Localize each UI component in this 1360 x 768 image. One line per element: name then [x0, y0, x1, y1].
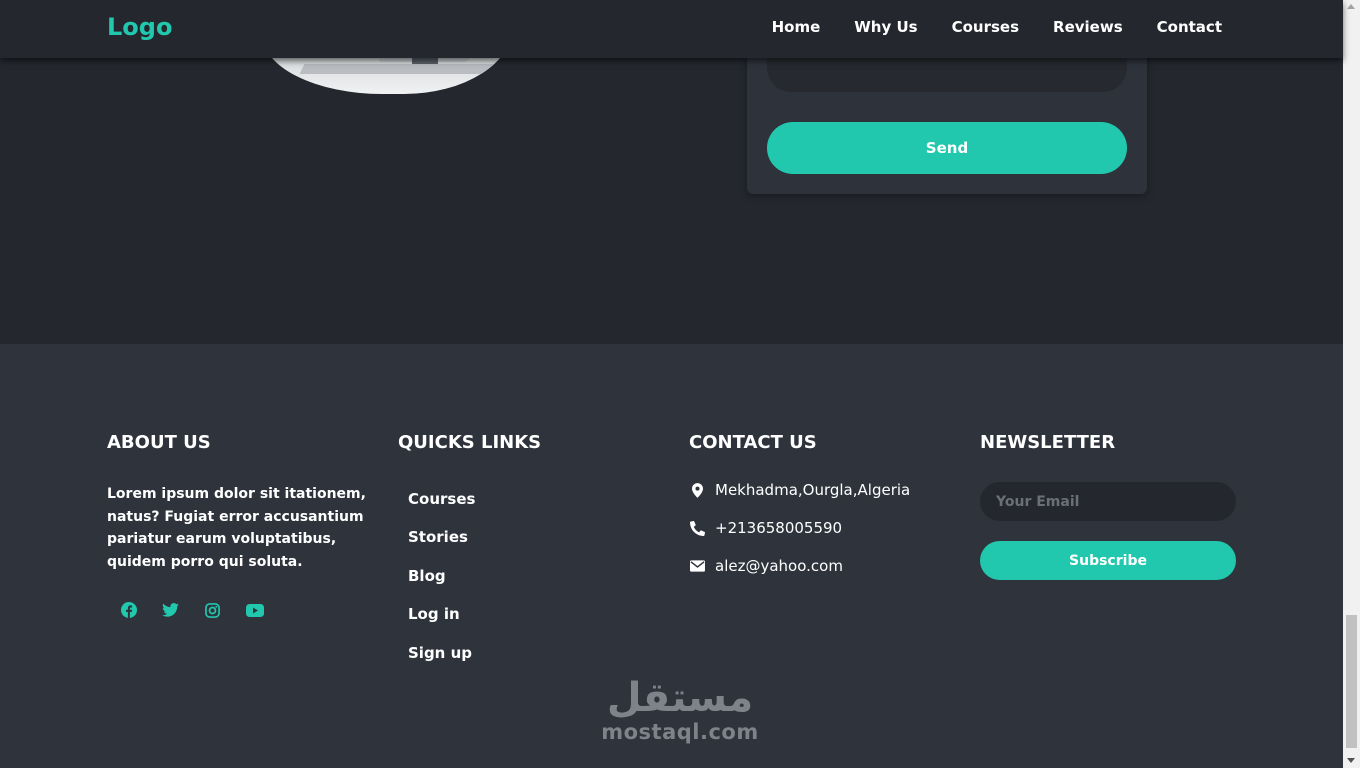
desk-shape	[299, 64, 495, 74]
scroll-up-arrow-icon[interactable]	[1347, 4, 1355, 9]
quick-link-courses[interactable]: Courses	[408, 490, 475, 508]
contact-column: CONTACT US Mekhadma,Ourgla,Algeria +2136…	[689, 432, 949, 595]
twitter-icon[interactable]	[159, 601, 182, 619]
contact-phone-text: +213658005590	[715, 519, 843, 537]
scroll-down-arrow-icon[interactable]	[1347, 758, 1355, 763]
envelope-icon	[689, 557, 705, 575]
quick-links-column: QUICKS LINKS Courses Stories Blog Log in…	[398, 432, 638, 681]
about-title: ABOUT US	[107, 432, 211, 453]
phone-icon	[689, 519, 705, 537]
nav-link-contact[interactable]: Contact	[1157, 18, 1222, 36]
list-item: Blog	[408, 566, 638, 604]
list-item: Stories	[408, 527, 638, 565]
vertical-scrollbar[interactable]	[1343, 0, 1360, 768]
watermark-logo: مستقل mostaql.com	[598, 676, 762, 744]
navbar: Logo Home Why Us Courses Reviews Contact	[0, 0, 1343, 58]
facebook-icon[interactable]	[117, 601, 140, 619]
quick-link-sign-up[interactable]: Sign up	[408, 644, 472, 662]
about-text: Lorem ipsum dolor sit itationem, natus? …	[107, 486, 366, 570]
send-button[interactable]: Send	[767, 122, 1127, 174]
map-marker-icon	[689, 481, 705, 499]
list-item: Log in	[408, 604, 638, 642]
footer: ABOUT US Lorem ipsum dolor sit itationem…	[0, 344, 1343, 768]
nav-link-home[interactable]: Home	[772, 18, 821, 36]
list-item: Courses	[408, 489, 638, 527]
social-links	[107, 601, 367, 619]
nav-link-reviews[interactable]: Reviews	[1053, 18, 1123, 36]
quick-link-blog[interactable]: Blog	[408, 567, 446, 585]
scroll-thumb[interactable]	[1346, 615, 1357, 748]
newsletter-title: NEWSLETTER	[980, 432, 1116, 453]
nav-link-why-us[interactable]: Why Us	[854, 18, 917, 36]
newsletter-column: NEWSLETTER Subscribe	[980, 432, 1236, 580]
watermark-arabic: مستقل	[606, 675, 754, 721]
nav-links: Home Why Us Courses Reviews Contact	[772, 18, 1222, 36]
quick-links-list: Courses Stories Blog Log in Sign up	[398, 489, 638, 681]
nav-link-courses[interactable]: Courses	[952, 18, 1019, 36]
instagram-icon[interactable]	[201, 601, 224, 619]
quick-link-log-in[interactable]: Log in	[408, 605, 460, 623]
quick-links-title: QUICKS LINKS	[398, 432, 542, 453]
contact-address: Mekhadma,Ourgla,Algeria	[689, 481, 949, 519]
contact-title: CONTACT US	[689, 432, 817, 453]
about-column: ABOUT US Lorem ipsum dolor sit itationem…	[107, 432, 367, 619]
youtube-icon[interactable]	[243, 601, 266, 619]
watermark-latin: mostaql.com	[601, 720, 759, 744]
contact-phone: +213658005590	[689, 519, 949, 557]
contact-list: Mekhadma,Ourgla,Algeria +213658005590 al…	[689, 481, 949, 595]
subscribe-button[interactable]: Subscribe	[980, 541, 1236, 580]
contact-email: alez@yahoo.com	[689, 557, 949, 595]
contact-email-text: alez@yahoo.com	[715, 557, 843, 575]
newsletter-email-input[interactable]	[980, 482, 1236, 521]
logo[interactable]: Logo	[107, 13, 172, 41]
quick-link-stories[interactable]: Stories	[408, 528, 468, 546]
contact-address-text: Mekhadma,Ourgla,Algeria	[715, 481, 911, 499]
